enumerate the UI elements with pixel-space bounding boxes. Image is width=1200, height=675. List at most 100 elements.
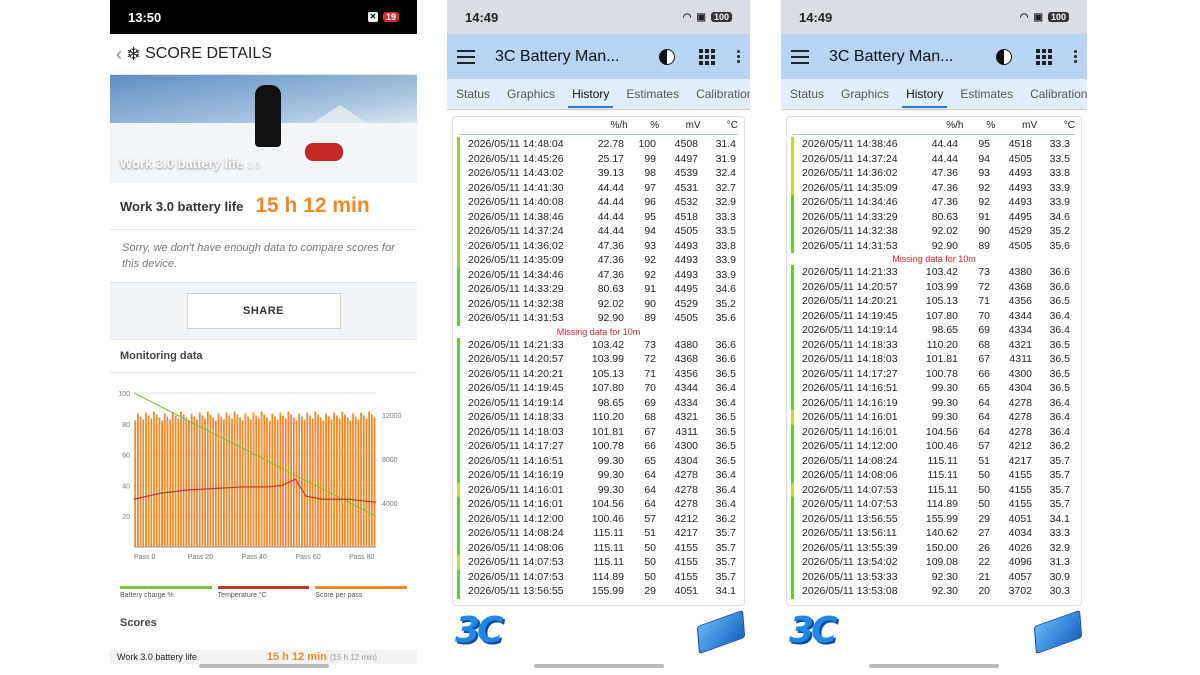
tab-history[interactable]: History bbox=[568, 83, 614, 108]
table-row[interactable]: 2026/05/11 14:07:53 115.11 50 4155 35.7 bbox=[453, 555, 744, 570]
table-row[interactable]: 2026/05/11 14:16:19 99.30 64 4278 36.4 bbox=[453, 468, 744, 483]
table-row[interactable]: 2026/05/11 14:19:14 98.65 69 4334 36.4 bbox=[787, 323, 1081, 338]
theme-toggle-icon[interactable] bbox=[996, 48, 1012, 65]
table-row[interactable]: 2026/05/11 14:07:53 114.89 50 4155 35.7 bbox=[453, 569, 744, 584]
table-row[interactable]: 2026/05/11 14:16:01 104.56 64 4278 36.4 bbox=[787, 424, 1081, 439]
history-table[interactable]: %/h % mV °C 2026/05/11 14:48:04 22.78 100 4… bbox=[452, 116, 745, 606]
table-row[interactable]: 2026/05/11 14:07:53 114.89 50 4155 35.7 bbox=[787, 497, 1081, 512]
table-row[interactable]: 2026/05/11 14:18:03 101.81 67 4311 36.5 bbox=[453, 424, 744, 439]
table-row[interactable]: 2026/05/11 14:21:33 103.42 73 4380 36.6 bbox=[787, 265, 1081, 280]
table-row[interactable]: 2026/05/11 14:41:30 44.44 97 4531 32.7 bbox=[453, 180, 744, 195]
table-row[interactable]: 2026/05/11 14:36:02 47.36 93 4493 33.8 bbox=[787, 166, 1081, 181]
tab-graphics[interactable]: Graphics bbox=[507, 83, 555, 105]
table-row[interactable]: 2026/05/11 14:32:38 92.02 90 4529 35.2 bbox=[453, 296, 744, 311]
table-row[interactable]: 2026/05/11 13:56:55 155.99 29 4051 34.1 bbox=[453, 584, 744, 599]
table-row[interactable]: 2026/05/11 14:31:53 92.90 89 4505 35.6 bbox=[787, 238, 1081, 253]
gesture-bar[interactable] bbox=[198, 664, 329, 668]
table-row[interactable]: 2026/05/11 14:31:53 92.90 89 4505 35.6 bbox=[453, 311, 744, 326]
table-row[interactable]: 2026/05/11 14:38:46 44.44 95 4518 33.3 bbox=[787, 137, 1081, 152]
table-row[interactable]: 2026/05/11 14:16:01 99.30 64 4278 36.4 bbox=[453, 482, 744, 497]
table-row[interactable]: 2026/05/11 13:53:33 92.30 21 4057 30.9 bbox=[787, 569, 1081, 584]
tab-bar: Status Graphics History Estimates Calibr… bbox=[781, 79, 1087, 110]
gesture-bar[interactable] bbox=[869, 664, 999, 668]
monitoring-title: Monitoring data bbox=[110, 340, 417, 373]
table-row[interactable]: 2026/05/11 14:19:14 98.65 69 4334 36.4 bbox=[453, 395, 744, 410]
table-row[interactable]: 2026/05/11 14:08:24 115.11 51 4217 35.7 bbox=[787, 453, 1081, 468]
table-row[interactable]: 2026/05/11 14:35:09 47.36 92 4493 33.9 bbox=[787, 180, 1081, 195]
table-row[interactable]: 2026/05/11 14:16:01 104.56 64 4278 36.4 bbox=[453, 497, 744, 512]
row-marker bbox=[457, 482, 460, 497]
table-row[interactable]: 2026/05/11 14:16:51 99.30 65 4304 36.5 bbox=[787, 381, 1081, 396]
table-row[interactable]: 2026/05/11 14:43:02 39.13 98 4539 32.4 bbox=[453, 166, 744, 181]
row-temperature: 36.5 bbox=[1049, 382, 1070, 395]
compare-notice: Sorry, we don't have enough data to comp… bbox=[110, 230, 417, 283]
table-row[interactable]: 2026/05/11 14:16:01 99.30 64 4278 36.4 bbox=[787, 410, 1081, 425]
table-row[interactable]: 2026/05/11 14:37:24 44.44 94 4505 33.5 bbox=[787, 151, 1081, 166]
table-row[interactable]: 2026/05/11 14:16:51 99.30 65 4304 36.5 bbox=[453, 453, 744, 468]
table-row[interactable]: 2026/05/11 13:55:39 150.00 26 4026 32.9 bbox=[787, 540, 1081, 555]
table-row[interactable]: 2026/05/11 14:20:57 103.99 72 4368 36.6 bbox=[787, 279, 1081, 294]
row-percent: 57 bbox=[644, 512, 656, 525]
history-table[interactable]: %/h % mV °C 2026/05/11 14:38:46 44.44 95 45… bbox=[786, 116, 1082, 606]
table-row[interactable]: 2026/05/11 14:34:46 47.36 92 4493 33.9 bbox=[453, 267, 744, 282]
table-row[interactable]: 2026/05/11 14:32:38 92.02 90 4529 35.2 bbox=[787, 224, 1081, 239]
tab-estimates[interactable]: Estimates bbox=[960, 83, 1013, 105]
table-row[interactable]: 2026/05/11 14:37:24 44.44 94 4505 33.5 bbox=[453, 224, 744, 239]
table-row[interactable]: 2026/05/11 14:33:29 80.63 91 4495 34.6 bbox=[453, 282, 744, 297]
table-row[interactable]: 2026/05/11 14:08:24 115.11 51 4217 35.7 bbox=[453, 526, 744, 541]
menu-icon[interactable] bbox=[457, 49, 475, 64]
table-row[interactable]: 2026/05/11 14:40:08 44.44 96 4532 32.9 bbox=[453, 195, 744, 210]
table-row[interactable]: 2026/05/11 14:07:53 115.11 50 4155 35.7 bbox=[787, 482, 1081, 497]
menu-icon[interactable] bbox=[791, 49, 809, 64]
table-row[interactable]: 2026/05/11 14:20:57 103.99 72 4368 36.6 bbox=[453, 352, 744, 367]
table-row[interactable]: 2026/05/11 14:38:46 44.44 95 4518 33.3 bbox=[453, 209, 744, 224]
grid-icon[interactable] bbox=[699, 48, 715, 65]
score-bar bbox=[368, 411, 371, 547]
table-row[interactable]: 2026/05/11 14:18:03 101.81 67 4311 36.5 bbox=[787, 352, 1081, 367]
table-row[interactable]: 2026/05/11 14:33:29 80.63 91 4495 34.6 bbox=[787, 209, 1081, 224]
back-icon[interactable]: ‹ bbox=[116, 44, 122, 65]
table-row[interactable]: 2026/05/11 14:16:19 99.30 64 4278 36.4 bbox=[787, 395, 1081, 410]
tab-history[interactable]: History bbox=[902, 83, 948, 108]
tab-graphics[interactable]: Graphics bbox=[841, 83, 889, 105]
tab-calibration[interactable]: Calibration bbox=[1030, 83, 1087, 105]
table-row[interactable]: 2026/05/11 14:08:06 115.11 50 4155 35.7 bbox=[787, 468, 1081, 483]
table-row[interactable]: 2026/05/11 14:36:02 47.36 93 4493 33.8 bbox=[453, 238, 744, 253]
table-row[interactable]: 2026/05/11 13:56:55 155.99 29 4051 34.1 bbox=[787, 511, 1081, 526]
table-row[interactable]: 2026/05/11 14:45:26 25.17 99 4497 31.9 bbox=[453, 151, 744, 166]
more-options-icon[interactable] bbox=[1074, 50, 1077, 63]
col-pct: % bbox=[650, 120, 660, 131]
table-row[interactable]: 2026/05/11 14:20:21 105.13 71 4356 36.5 bbox=[787, 294, 1081, 309]
gesture-bar[interactable] bbox=[533, 664, 664, 668]
table-row[interactable]: 2026/05/11 14:08:06 115.11 50 4155 35.7 bbox=[453, 540, 744, 555]
skier-figure bbox=[255, 85, 281, 147]
table-row[interactable]: 2026/05/11 14:17:27 100.78 66 4300 36.5 bbox=[787, 366, 1081, 381]
table-row[interactable]: 2026/05/11 13:56:11 140.62 27 4034 33.3 bbox=[787, 526, 1081, 541]
table-row[interactable]: 2026/05/11 14:17:27 100.78 66 4300 36.5 bbox=[453, 439, 744, 454]
table-row[interactable]: 2026/05/11 14:18:33 110.20 68 4321 36.5 bbox=[787, 337, 1081, 352]
table-row[interactable]: 2026/05/11 14:21:33 103.42 73 4380 36.6 bbox=[453, 337, 744, 352]
tab-status[interactable]: Status bbox=[456, 83, 490, 105]
tab-estimates[interactable]: Estimates bbox=[626, 83, 679, 105]
table-row[interactable]: 2026/05/11 14:34:46 47.36 92 4493 33.9 bbox=[787, 195, 1081, 210]
table-row[interactable]: 2026/05/11 14:12:00 100.46 57 4212 36.2 bbox=[453, 511, 744, 526]
tab-calibration[interactable]: Calibration bbox=[696, 83, 750, 105]
table-row[interactable]: 2026/05/11 14:12:00 100.46 57 4212 36.2 bbox=[787, 439, 1081, 454]
table-row[interactable]: 2026/05/11 14:48:04 22.78 100 4508 31.4 bbox=[453, 137, 744, 152]
tab-status[interactable]: Status bbox=[790, 83, 824, 105]
scores-row[interactable]: Work 3.0 battery life 15 h 12 min (15 h … bbox=[110, 650, 417, 664]
row-millivolts: 4334 bbox=[674, 396, 698, 409]
table-row[interactable]: 2026/05/11 14:19:45 107.80 70 4344 36.4 bbox=[453, 381, 744, 396]
table-row[interactable]: 2026/05/11 13:54:02 109.08 22 4096 31.3 bbox=[787, 555, 1081, 570]
table-row[interactable]: 2026/05/11 14:20:21 105.13 71 4356 36.5 bbox=[453, 366, 744, 381]
row-marker bbox=[791, 569, 794, 584]
table-row[interactable]: 2026/05/11 13:53:08 92.30 20 3702 30.3 bbox=[787, 584, 1081, 599]
grid-icon[interactable] bbox=[1036, 48, 1052, 65]
table-row[interactable]: 2026/05/11 14:35:09 47.36 92 4493 33.9 bbox=[453, 253, 744, 268]
theme-toggle-icon[interactable] bbox=[659, 48, 675, 65]
table-row[interactable]: 2026/05/11 14:18:33 110.20 68 4321 36.5 bbox=[453, 410, 744, 425]
table-row[interactable]: 2026/05/11 14:19:45 107.80 70 4344 36.4 bbox=[787, 308, 1081, 323]
row-temperature: 33.3 bbox=[715, 210, 736, 223]
share-button[interactable]: SHARE bbox=[186, 293, 341, 329]
more-options-icon[interactable] bbox=[737, 50, 740, 63]
